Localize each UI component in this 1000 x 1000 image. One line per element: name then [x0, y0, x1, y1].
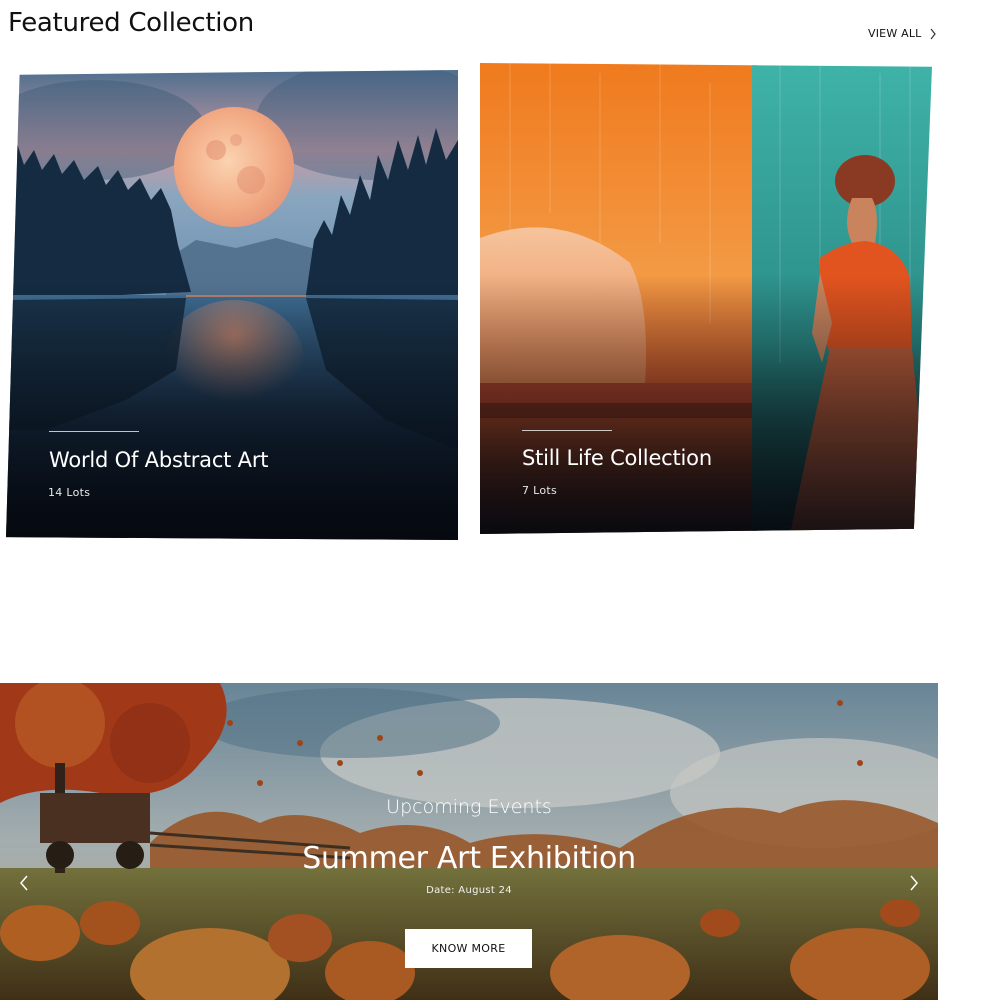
- chevron-left-icon[interactable]: [16, 873, 32, 893]
- event-banner: Upcoming Events Summer Art Exhibition Da…: [0, 683, 938, 1000]
- card-lots-count: 14 Lots: [48, 486, 91, 499]
- card-title[interactable]: Still Life Collection: [522, 446, 712, 470]
- card-title[interactable]: World Of Abstract Art: [49, 448, 269, 472]
- card-divider: [49, 431, 139, 432]
- banner-eyebrow: Upcoming Events: [386, 796, 552, 818]
- chevron-right-icon[interactable]: [906, 873, 922, 893]
- collection-card-still-life[interactable]: Still Life Collection 7 Lots: [480, 63, 932, 534]
- banner-title: Summer Art Exhibition: [302, 841, 636, 876]
- view-all-label: VIEW ALL: [868, 27, 922, 40]
- section-title: Featured Collection: [8, 8, 254, 38]
- chevron-right-icon: [931, 28, 937, 39]
- card-divider: [522, 430, 612, 431]
- card-shade: [6, 281, 458, 540]
- know-more-button[interactable]: KNOW MORE: [405, 929, 532, 968]
- banner-date: Date: August 24: [426, 885, 512, 896]
- collection-card-abstract-art[interactable]: World Of Abstract Art 14 Lots: [6, 70, 458, 540]
- view-all-link[interactable]: VIEW ALL: [868, 27, 937, 40]
- page: Featured Collection VIEW ALL World Of Ab…: [0, 0, 1000, 1000]
- card-lots-count: 7 Lots: [522, 484, 558, 497]
